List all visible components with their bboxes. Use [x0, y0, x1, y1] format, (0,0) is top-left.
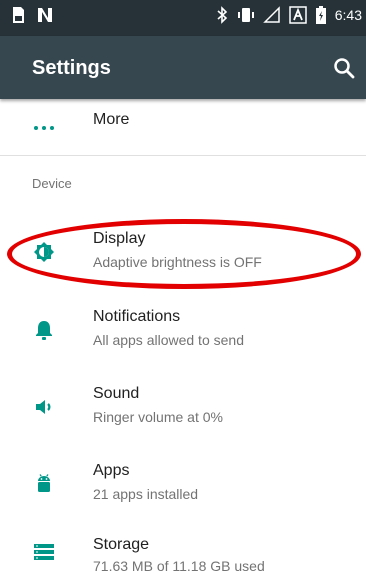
battery-icon [315, 6, 326, 24]
settings-item-storage-title: Storage [93, 536, 150, 553]
android-icon [38, 474, 50, 492]
settings-item-sound[interactable]: Sound Ringer volume at 0% [0, 375, 366, 445]
volume-icon [36, 400, 51, 414]
auto-rotate-box-icon [289, 6, 307, 24]
more-icon [34, 126, 54, 130]
settings-item-notifications[interactable]: Notifications All apps allowed to send [0, 298, 366, 368]
status-right: 6:43 [215, 6, 362, 24]
settings-item-notifications-subtitle: All apps allowed to send [93, 332, 244, 348]
nfc-icon [38, 8, 52, 22]
vibrate-icon [237, 8, 254, 22]
settings-item-sound-title: Sound [93, 385, 140, 402]
search-icon[interactable] [332, 56, 356, 80]
clock: 6:43 [334, 7, 362, 23]
settings-item-storage-subtitle: 71.63 MB of 11.18 GB used [93, 558, 265, 574]
settings-item-notifications-title: Notifications [93, 308, 181, 325]
storage-icon [34, 544, 54, 560]
bell-icon [36, 321, 52, 340]
settings-item-apps-subtitle: 21 apps installed [93, 486, 199, 502]
status-bar: 6:43 [0, 0, 366, 36]
settings-item-apps[interactable]: Apps 21 apps installed [0, 452, 366, 522]
highlight-annotation-ellipse [7, 219, 361, 289]
settings-item-sound-subtitle: Ringer volume at 0% [93, 409, 223, 425]
section-divider [0, 155, 366, 156]
settings-item-apps-title: Apps [93, 462, 130, 479]
settings-item-storage[interactable]: Storage 71.63 MB of 11.18 GB used [0, 530, 366, 574]
menu-item-more-label: More [93, 111, 130, 128]
status-left [10, 6, 54, 24]
signal-icon [262, 6, 280, 23]
page-title: Settings [32, 57, 111, 79]
menu-item-more[interactable]: More [0, 100, 366, 155]
bluetooth-icon [217, 6, 227, 24]
section-header-device: Device [32, 176, 72, 191]
sim-card-icon [13, 7, 24, 23]
app-bar: Settings [0, 36, 366, 99]
